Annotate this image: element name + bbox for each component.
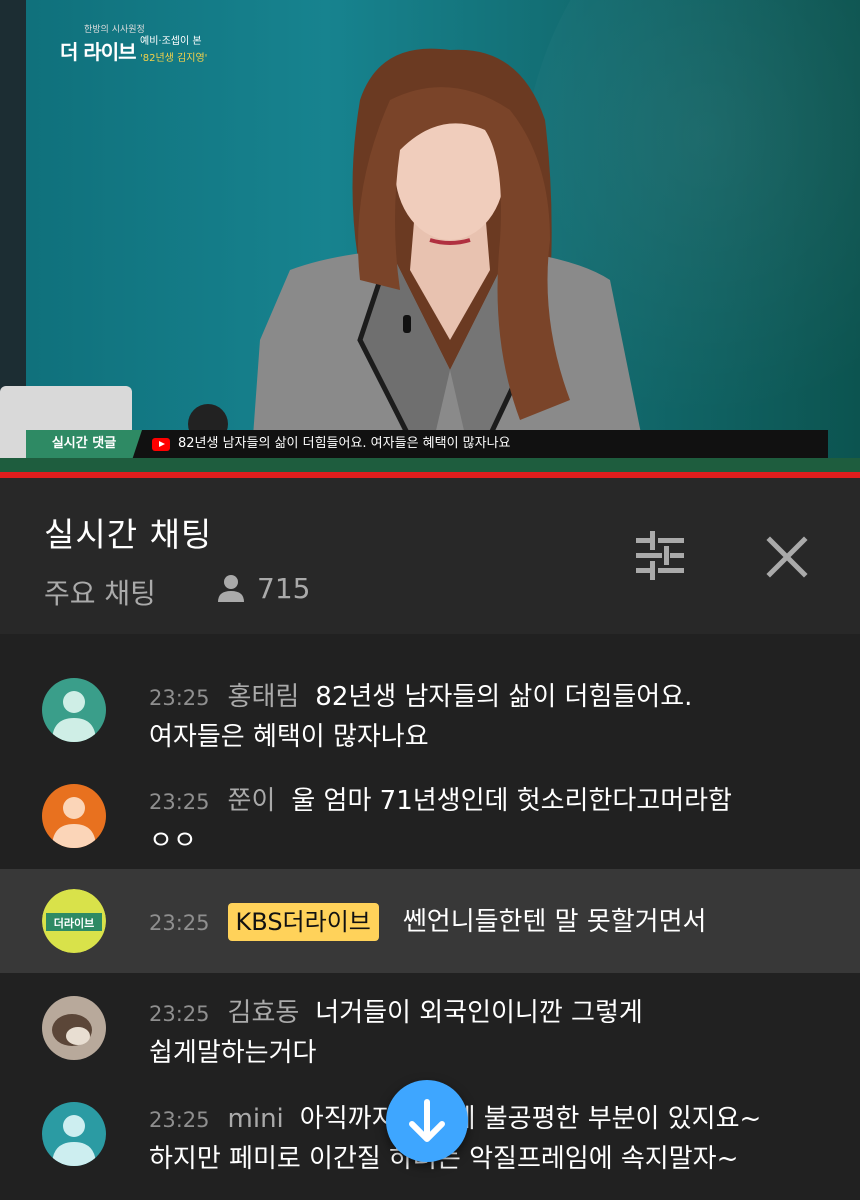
avatar[interactable] bbox=[42, 784, 106, 848]
filter-icon[interactable] bbox=[630, 526, 690, 586]
message-timestamp: 23:25 bbox=[149, 1002, 210, 1026]
message-author[interactable]: 홍태림 bbox=[228, 676, 300, 713]
person-icon bbox=[218, 575, 244, 602]
channel-owner-badge[interactable]: KBS더라이브 bbox=[227, 903, 379, 941]
message-text-continued: 쉽게말하는거다 bbox=[149, 1038, 317, 1068]
presenter-image bbox=[250, 48, 650, 478]
message-text: 아직까지 사회에 불공평한 부분이 있지요~ bbox=[299, 1104, 762, 1134]
chat-title: 실시간 채팅 bbox=[44, 515, 213, 554]
logo-tagline: 한방의 시사원정 bbox=[84, 25, 145, 35]
video-player[interactable]: 한방의 시사원정 더 라이브 예비·조셉이 본 '82년생 김지영' 실시간 댓… bbox=[0, 0, 860, 478]
ticker-tag: 실시간 댓글 bbox=[26, 430, 142, 458]
show-logo: 한방의 시사원정 더 라이브 예비·조셉이 본 '82년생 김지영' bbox=[56, 22, 226, 72]
chat-header: 실시간 채팅 주요 채팅 715 bbox=[0, 478, 860, 634]
logo-subtitle: 예비·조셉이 본 bbox=[140, 36, 202, 47]
message-author[interactable]: 김효동 bbox=[228, 992, 300, 1029]
channel-avatar[interactable]: 더라이브 bbox=[42, 889, 106, 953]
youtube-icon bbox=[152, 438, 170, 451]
message-author[interactable]: 쭌이 bbox=[228, 780, 276, 817]
message-author[interactable]: mini bbox=[228, 1104, 284, 1134]
scroll-to-bottom-button[interactable] bbox=[386, 1080, 468, 1162]
ticker-message: 82년생 남자들의 삶이 더힘들어요. 여자들은 혜택이 많자나요 bbox=[178, 436, 511, 451]
avatar[interactable] bbox=[42, 1102, 106, 1166]
message-text-continued: 여자들은 혜택이 많자나요 bbox=[149, 722, 429, 752]
message-timestamp: 23:25 bbox=[149, 911, 210, 935]
arrow-down-icon bbox=[409, 1099, 445, 1142]
avatar[interactable] bbox=[42, 678, 106, 742]
svg-text:더라이브: 더라이브 bbox=[54, 916, 94, 930]
logo-title: 더 라이브 bbox=[60, 40, 137, 64]
message-timestamp: 23:25 bbox=[149, 790, 210, 814]
viewer-count: 715 bbox=[257, 572, 311, 605]
message-text: 82년생 남자들의 삶이 더힘들어요. bbox=[315, 682, 693, 712]
message-text: 쎈언니들한텐 말 못할거면서 bbox=[402, 907, 707, 937]
message-text-continued: ㅇㅇ bbox=[149, 826, 197, 856]
avatar[interactable] bbox=[42, 996, 106, 1060]
chat-mode-selector[interactable]: 주요 채팅 bbox=[44, 572, 156, 612]
logo-episode: '82년생 김지영' bbox=[140, 53, 208, 64]
message-text: 너거들이 외국인이니깐 그렇게 bbox=[315, 998, 643, 1028]
message-timestamp: 23:25 bbox=[149, 1108, 210, 1132]
message-text: 울 엄마 71년생인데 헛소리한다고머라함 bbox=[291, 786, 732, 816]
live-comment-ticker: 실시간 댓글 82년생 남자들의 삶이 더힘들어요. 여자들은 혜택이 많자나요 bbox=[26, 430, 828, 458]
message-timestamp: 23:25 bbox=[149, 686, 210, 710]
channel-owner-message: 더라이브 23:25 KBS더라이브 쎈언니들한텐 말 못할거면서 bbox=[0, 869, 860, 973]
close-icon[interactable] bbox=[756, 526, 818, 588]
video-bottom-band bbox=[0, 458, 860, 472]
